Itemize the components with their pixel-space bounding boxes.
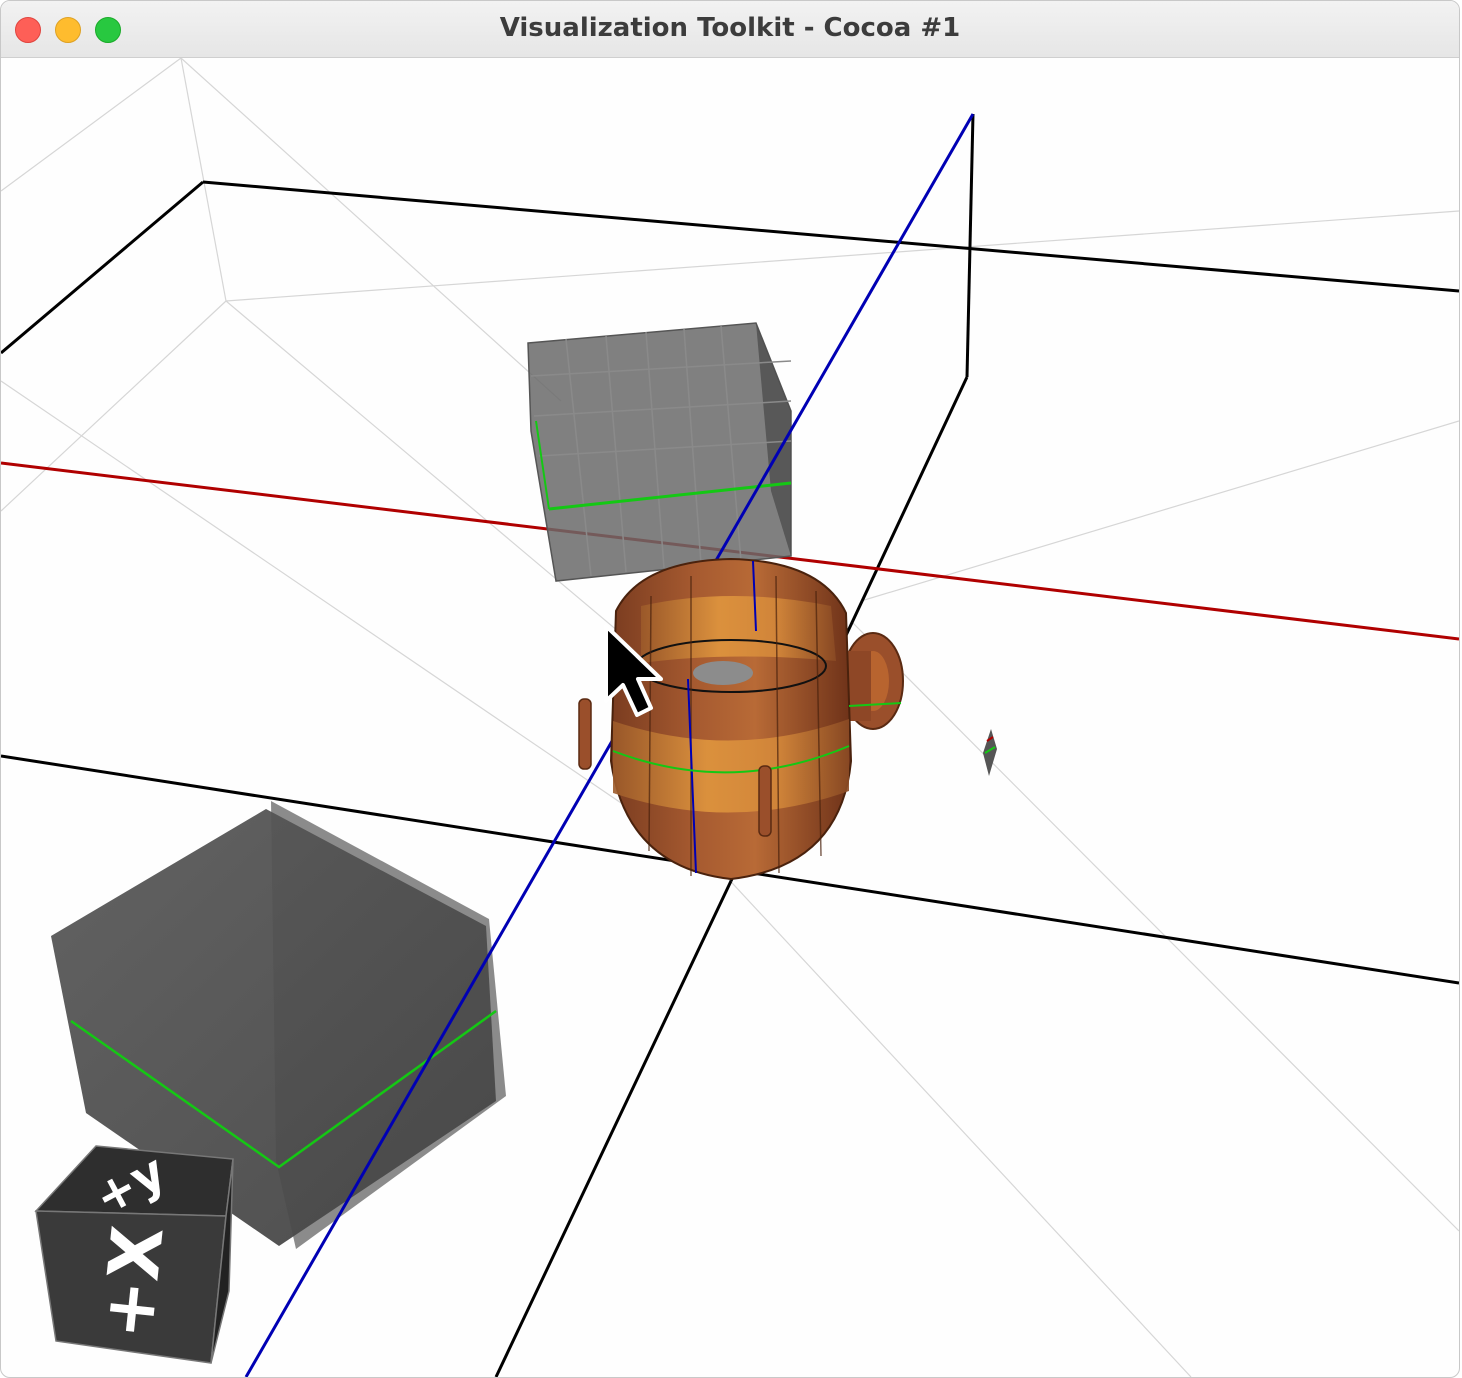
title-bar: Visualization Toolkit - Cocoa #1 <box>1 1 1459 58</box>
render-viewport[interactable]: +X +y <box>1 58 1459 1377</box>
gray-grid-cube[interactable] <box>527 322 792 582</box>
orientation-cube-front-label: +X <box>86 1222 179 1343</box>
y-axis-line <box>244 113 975 1377</box>
orientation-cube[interactable]: +X +y <box>34 1144 234 1364</box>
wooden-barrel[interactable] <box>578 557 904 881</box>
small-marker[interactable] <box>983 729 997 776</box>
window-title: Visualization Toolkit - Cocoa #1 <box>499 13 961 43</box>
vtk-window: Visualization Toolkit - Cocoa #1 +X +y <box>0 0 1460 1378</box>
